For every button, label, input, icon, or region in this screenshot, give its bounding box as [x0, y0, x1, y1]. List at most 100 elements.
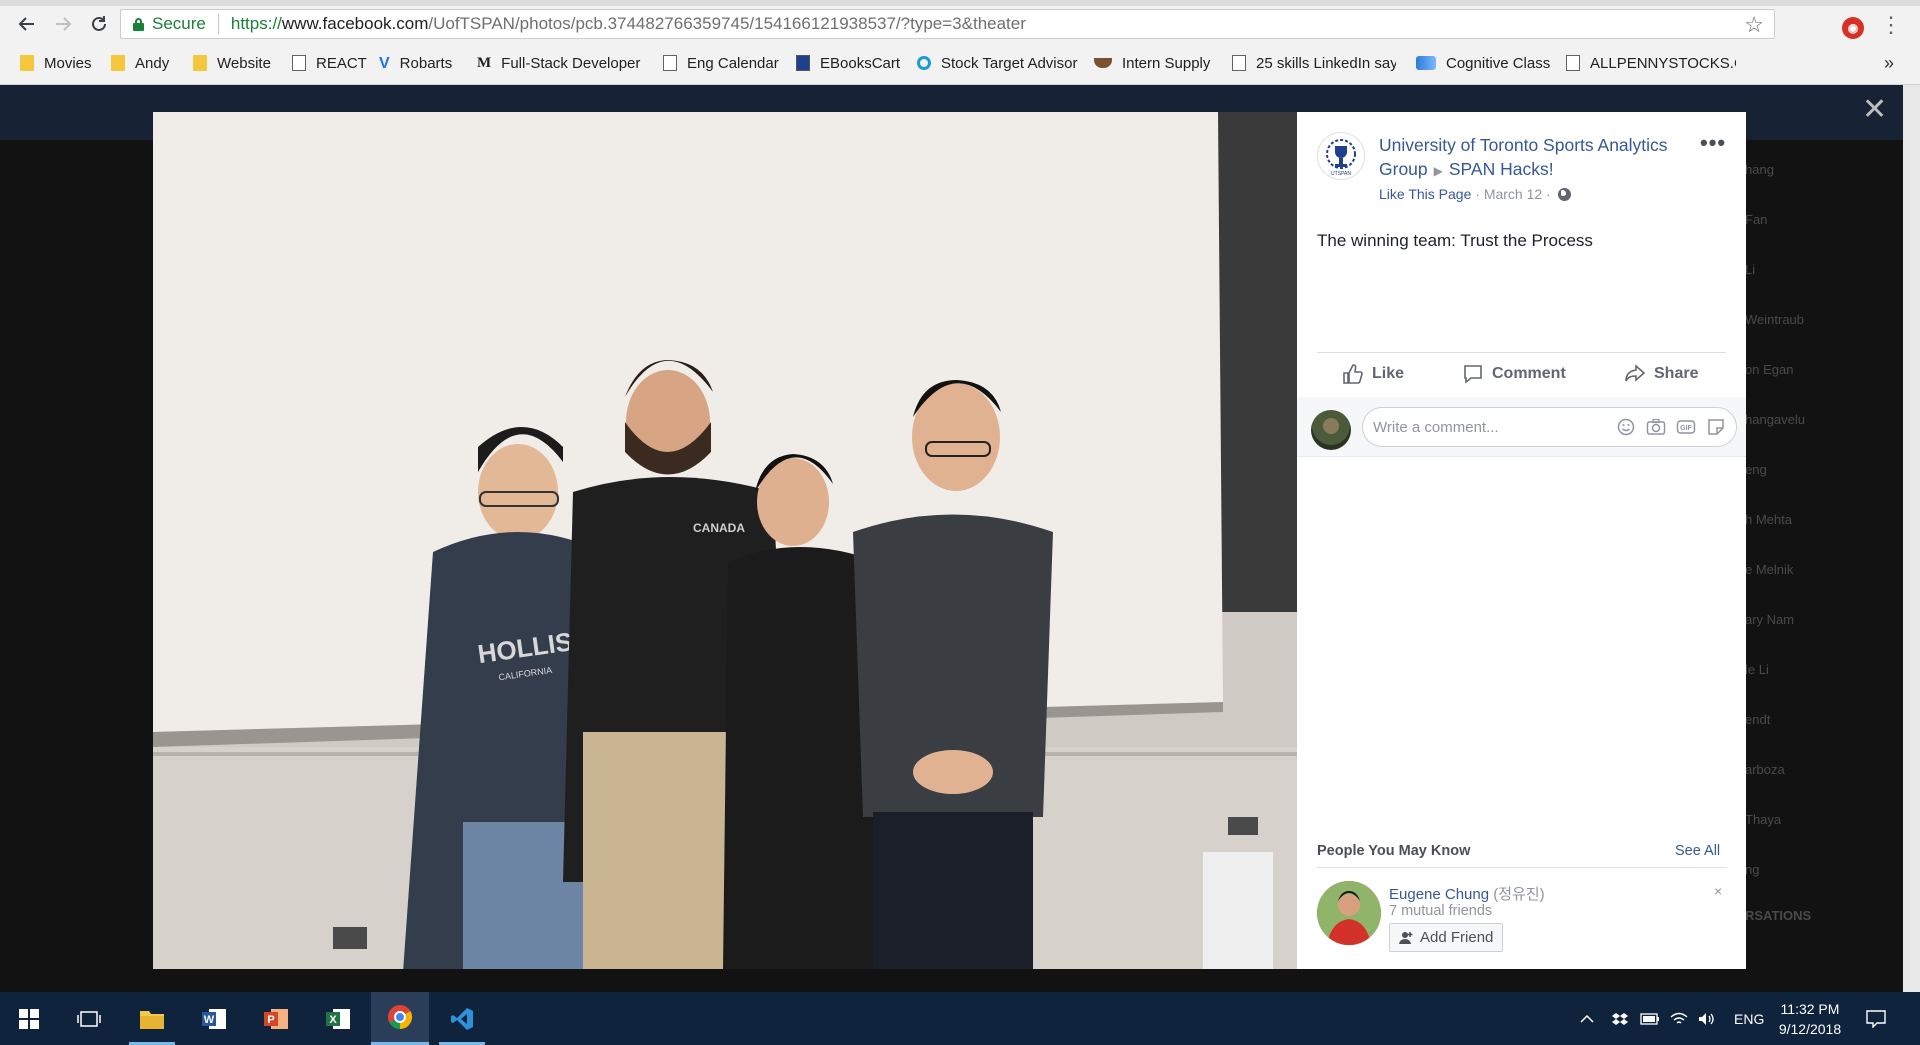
volume-icon[interactable]: [1698, 992, 1716, 1045]
see-all-link[interactable]: See All: [1675, 843, 1720, 859]
bookmark-ebookscart[interactable]: EBooksCart: [796, 52, 900, 74]
share-arrow-icon: [1625, 364, 1646, 382]
bookmark-stock-target[interactable]: Stock Target Advisor: [917, 52, 1077, 74]
chat-contact: hang: [1745, 162, 1774, 177]
folder-icon: [193, 55, 207, 71]
language-indicator[interactable]: ENG: [1734, 992, 1764, 1045]
bookmark-robarts[interactable]: V Robarts: [379, 52, 452, 74]
post-caption: The winning team: Trust the Process: [1317, 231, 1593, 250]
lock-icon: [133, 17, 144, 31]
bookmark-full-stack[interactable]: M Full-Stack Developer: [477, 52, 640, 74]
bookmark-label: Full-Stack Developer: [501, 54, 641, 72]
chat-contact: arboza: [1745, 762, 1785, 777]
word-icon[interactable]: W: [185, 992, 243, 1045]
mutual-friends[interactable]: 7 mutual friends: [1389, 903, 1492, 919]
system-clock[interactable]: 11:32 PM 9/12/2018: [1767, 999, 1853, 1039]
page-icon: [1232, 55, 1246, 71]
back-icon[interactable]: [10, 7, 44, 41]
comment-input[interactable]: Write a comment... GIF: [1362, 407, 1737, 447]
gif-icon[interactable]: GIF: [1676, 417, 1696, 437]
battery-icon[interactable]: [1640, 992, 1660, 1045]
windows-start-icon[interactable]: [0, 992, 58, 1045]
post-date[interactable]: March 12: [1484, 186, 1542, 202]
camera-icon[interactable]: [1646, 417, 1666, 437]
file-explorer-icon[interactable]: [123, 992, 181, 1045]
bookmark-intern-supply[interactable]: Intern Supply: [1094, 52, 1210, 74]
extension-icon[interactable]: ◉: [1842, 17, 1864, 39]
bookmark-website[interactable]: Website: [193, 52, 271, 74]
clock-time: 11:32 PM: [1780, 1001, 1840, 1017]
chat-contact: on Egan: [1745, 362, 1794, 377]
page-avatar[interactable]: UTSPAN: [1317, 132, 1365, 180]
jacket-text: CANADA: [693, 521, 745, 535]
logo-text: UTSPAN: [1331, 171, 1351, 177]
bookmark-eng-calendar[interactable]: Eng Calendar: [663, 52, 779, 74]
omnibox-separator: [217, 14, 219, 34]
chrome-menu-icon[interactable]: ⋮: [1880, 14, 1902, 36]
url-host: www.facebook.com: [281, 14, 429, 33]
bookmark-label: ALLPENNYSTOCKS.C: [1590, 54, 1736, 72]
clock-date: 9/12/2018: [1778, 1021, 1842, 1037]
dropbox-icon[interactable]: [1612, 992, 1628, 1045]
post-photo[interactable]: HOLLISTER CALIFORNIA CANADA: [153, 112, 1297, 969]
chrome-icon[interactable]: [371, 992, 429, 1045]
comment-bubble-icon: [1464, 365, 1482, 384]
share-button[interactable]: Share: [1624, 352, 1698, 396]
friend-avatar[interactable]: [1317, 881, 1381, 945]
avatar[interactable]: [1311, 410, 1351, 450]
page-icon: [663, 55, 677, 71]
bookmark-linkedin-skills[interactable]: 25 skills LinkedIn says: [1232, 52, 1396, 74]
show-hidden-icons-icon[interactable]: [1580, 992, 1594, 1045]
chat-contact: endt: [1745, 712, 1771, 727]
add-friend-button[interactable]: Add Friend: [1389, 923, 1504, 952]
globe-icon: [1557, 188, 1571, 201]
bookmark-label: Andy: [135, 54, 170, 72]
pymk-title: People You May Know: [1317, 843, 1471, 859]
bookmark-label: Eng Calendar: [687, 54, 779, 72]
comment-placeholder: Write a comment...: [1373, 418, 1499, 436]
bookmark-cognitive-class[interactable]: Cognitive Class: [1416, 52, 1550, 74]
add-friend-label: Add Friend: [1420, 929, 1494, 946]
cognitive-logo-icon: [1416, 56, 1436, 70]
comment-label: Comment: [1492, 365, 1566, 382]
wifi-icon[interactable]: [1670, 992, 1688, 1045]
post-header: University of Toronto Sports Analytics G…: [1379, 133, 1699, 183]
bookmarks-bar: Movies Andy Website REACT V Robarts M Full…: [0, 42, 1920, 85]
bookmark-allpennystocks[interactable]: ALLPENNYSTOCKS.C: [1566, 52, 1736, 74]
secure-label: Secure: [152, 14, 206, 33]
more-options-icon[interactable]: •••: [1700, 130, 1726, 156]
url-scheme: https://: [230, 14, 282, 33]
bookmark-star-icon[interactable]: ☆: [1744, 12, 1764, 38]
page-scrollbar[interactable]: [1903, 85, 1920, 992]
sticker-icon[interactable]: [1706, 417, 1726, 437]
chat-contact: h Mehta: [1745, 512, 1792, 527]
emoji-icon[interactable]: [1616, 417, 1636, 437]
friend-name-link[interactable]: Eugene Chung (정유진): [1389, 883, 1545, 904]
powerpoint-icon[interactable]: P: [247, 992, 305, 1045]
bookmark-label: Intern Supply: [1122, 54, 1211, 72]
like-page-link[interactable]: Like This Page: [1379, 186, 1471, 202]
svg-text:GIF: GIF: [1680, 425, 1692, 432]
url-path: /UofTSPAN/photos/pcb.374482766359745/154…: [428, 14, 1026, 33]
bookmark-react[interactable]: REACT: [292, 52, 367, 74]
action-center-icon[interactable]: [1866, 992, 1886, 1045]
excel-icon[interactable]: X: [309, 992, 367, 1045]
comment-input-icons: GIF: [1616, 417, 1726, 437]
comment-button[interactable]: Comment: [1462, 352, 1566, 396]
bookmarks-overflow-button[interactable]: »: [1884, 53, 1894, 74]
bookmark-label: EBooksCart: [820, 54, 901, 72]
task-view-icon[interactable]: [60, 992, 118, 1045]
close-theater-icon[interactable]: ✕: [1862, 95, 1887, 125]
vscode-icon[interactable]: [433, 992, 491, 1045]
forward-icon[interactable]: [46, 7, 80, 41]
like-label: Like: [1372, 365, 1405, 382]
group-name-link[interactable]: SPAN Hacks!: [1449, 159, 1554, 179]
bookmark-movies[interactable]: Movies: [20, 52, 92, 74]
dismiss-suggestion-icon[interactable]: ×: [1714, 883, 1722, 899]
chat-contact: ng: [1745, 862, 1760, 877]
url-bar[interactable]: Secure https://www.facebook.com/UofTSPAN…: [120, 9, 1775, 39]
bookmark-andy[interactable]: Andy: [111, 52, 169, 74]
like-button[interactable]: Like: [1342, 352, 1404, 396]
chat-contact: Li: [1745, 262, 1756, 277]
reload-icon[interactable]: [82, 7, 116, 41]
